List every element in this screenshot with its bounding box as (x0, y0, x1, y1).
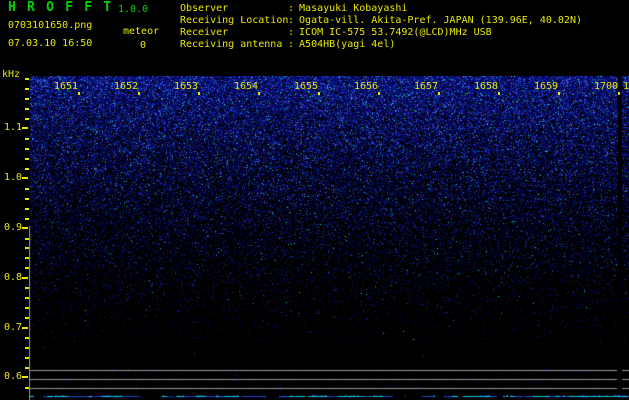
freq-major-tick (22, 177, 28, 179)
time-label: 1653 (174, 81, 199, 92)
info-label: Receiver (180, 27, 229, 38)
info-value: Masayuki Kobayashi (299, 3, 408, 14)
freq-minor-tick (25, 287, 29, 289)
time-tick (438, 92, 440, 95)
info-line-observer: Observer: Masayuki Kobayashi (180, 3, 407, 15)
time-label: 1651 (54, 81, 79, 92)
info-label: Observer (180, 3, 229, 14)
info-label: Receiving Location (180, 15, 289, 26)
next-frame-time-label: 1701 (623, 81, 629, 92)
info-label: Receiving antenna (180, 39, 283, 50)
freq-major-tick (22, 376, 28, 378)
freq-label: 0.6 (3, 371, 22, 382)
info-value: A504HB(yagi 4el) (299, 39, 396, 50)
freq-minor-tick (25, 168, 29, 170)
hrofft-window: H R O F F T 1.0.0 0703101650.png meteor … (0, 0, 629, 400)
info-line-receiver: Receiver: ICOM IC-575 53.7492(@LCD)MHz US… (180, 27, 492, 39)
time-tick (558, 92, 560, 95)
freq-label: 1.0 (3, 172, 22, 183)
freq-major-tick (22, 327, 28, 329)
freq-label: 0.7 (3, 322, 22, 333)
time-tick (138, 92, 140, 95)
info-line-location: Receiving Location: Ogata-vill. Akita-Pre… (180, 15, 582, 27)
app-title: H R O F F T (8, 0, 113, 15)
freq-minor-tick (25, 158, 29, 160)
time-label: 1654 (234, 81, 259, 92)
freq-minor-tick (25, 98, 29, 100)
app-version: 1.0.0 (118, 4, 149, 15)
freq-major-tick (22, 227, 28, 229)
time-label: 1659 (534, 81, 559, 92)
freq-minor-tick (25, 118, 29, 120)
datetime-label: 07.03.10 16:50 (8, 38, 93, 49)
file-name: 0703101650.png (8, 20, 93, 31)
spectrogram-noise (29, 76, 629, 400)
freq-minor-tick (25, 238, 29, 240)
freq-minor-tick (25, 208, 29, 210)
colon: : (288, 3, 295, 14)
time-tick (618, 92, 620, 95)
time-tick (498, 92, 500, 95)
freq-minor-tick (25, 218, 29, 220)
freq-minor-tick (25, 138, 29, 140)
info-line-antenna: Receiving antenna: A504HB(yagi 4el) (180, 39, 395, 51)
meteor-count: 0 (140, 40, 147, 51)
info-value: Ogata-vill. Akita-Pref. JAPAN (139.96E, … (299, 15, 582, 26)
freq-minor-tick (25, 347, 29, 349)
colon: : (288, 27, 295, 38)
freq-minor-tick (25, 317, 29, 319)
time-tick (318, 92, 320, 95)
freq-minor-tick (25, 188, 29, 190)
time-label: 1657 (414, 81, 439, 92)
freq-minor-tick (25, 337, 29, 339)
freq-label: 0.9 (3, 222, 22, 233)
freq-minor-tick (25, 148, 29, 150)
time-label: 1655 (294, 81, 319, 92)
freq-minor-tick (25, 257, 29, 259)
freq-minor-tick (25, 78, 29, 80)
freq-minor-tick (25, 367, 29, 369)
freq-minor-tick (25, 387, 29, 389)
freq-minor-tick (25, 108, 29, 110)
freq-axis-unit: kHz (2, 69, 21, 80)
time-tick (258, 92, 260, 95)
freq-major-tick (22, 277, 28, 279)
freq-minor-tick (25, 297, 29, 299)
freq-label: 1.1 (3, 122, 22, 133)
time-tick (78, 92, 80, 95)
freq-minor-tick (25, 198, 29, 200)
time-label: 1658 (474, 81, 499, 92)
freq-minor-tick (25, 88, 29, 90)
mode-label: meteor (123, 26, 160, 37)
freq-minor-tick (25, 247, 29, 249)
freq-minor-tick (25, 307, 29, 309)
info-value: ICOM IC-575 53.7492(@LCD)MHz USB (299, 27, 492, 38)
colon: : (288, 15, 295, 26)
time-tick (198, 92, 200, 95)
freq-minor-tick (25, 267, 29, 269)
time-label: 1656 (354, 81, 379, 92)
time-label: 1652 (114, 81, 139, 92)
freq-minor-tick (25, 357, 29, 359)
time-label: 1700 (594, 81, 619, 92)
colon: : (288, 39, 295, 50)
freq-major-tick (22, 127, 28, 129)
freq-label: 0.8 (3, 272, 22, 283)
time-tick (378, 92, 380, 95)
